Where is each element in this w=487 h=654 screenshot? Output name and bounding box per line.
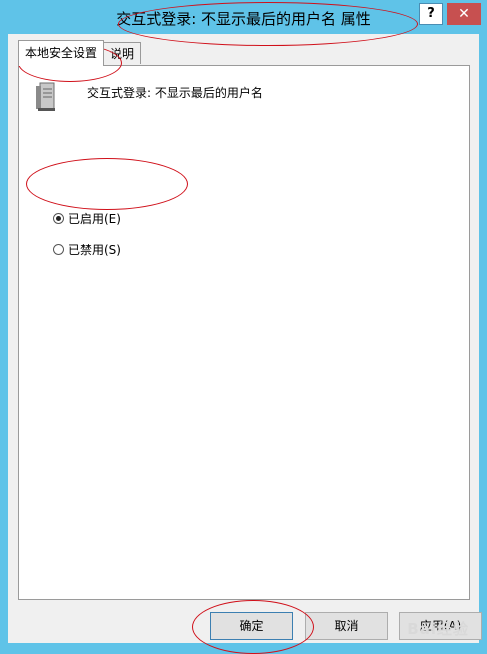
window-title: 交互式登录: 不显示最后的用户名 属性 [116, 10, 371, 28]
server-icon [36, 82, 55, 111]
tab-explain[interactable]: 说明 [103, 42, 142, 64]
radio-enabled-label: 已启用(E) [68, 212, 121, 226]
radio-disabled-label: 已禁用(S) [68, 243, 121, 257]
properties-dialog: 交互式登录: 不显示最后的用户名 属性 ? ✕ 本地安全设置 说明 交互式登录:… [0, 0, 487, 654]
ok-button[interactable]: 确定 [210, 612, 293, 640]
dialog-body: 本地安全设置 说明 交互式登录: 不显示最后的用户名 已启用(E) 已禁用(S)… [8, 34, 482, 643]
close-button[interactable]: ✕ [447, 3, 481, 25]
radio-button-unchecked[interactable] [53, 244, 64, 255]
cancel-button[interactable]: 取消 [305, 612, 388, 640]
radio-disabled[interactable]: 已禁用(S) [53, 241, 121, 258]
help-button[interactable]: ? [419, 3, 443, 25]
tab-panel: 交互式登录: 不显示最后的用户名 已启用(E) 已禁用(S) [18, 65, 470, 600]
radio-button-checked[interactable] [53, 213, 64, 224]
close-icon: ✕ [458, 6, 470, 22]
tab-local-security-setting[interactable]: 本地安全设置 [18, 40, 105, 66]
title-bar[interactable]: 交互式登录: 不显示最后的用户名 属性 ? ✕ [0, 0, 487, 34]
watermark: Bai经验 [407, 620, 469, 638]
radio-enabled[interactable]: 已启用(E) [53, 210, 121, 227]
policy-name: 交互式登录: 不显示最后的用户名 [87, 86, 263, 100]
